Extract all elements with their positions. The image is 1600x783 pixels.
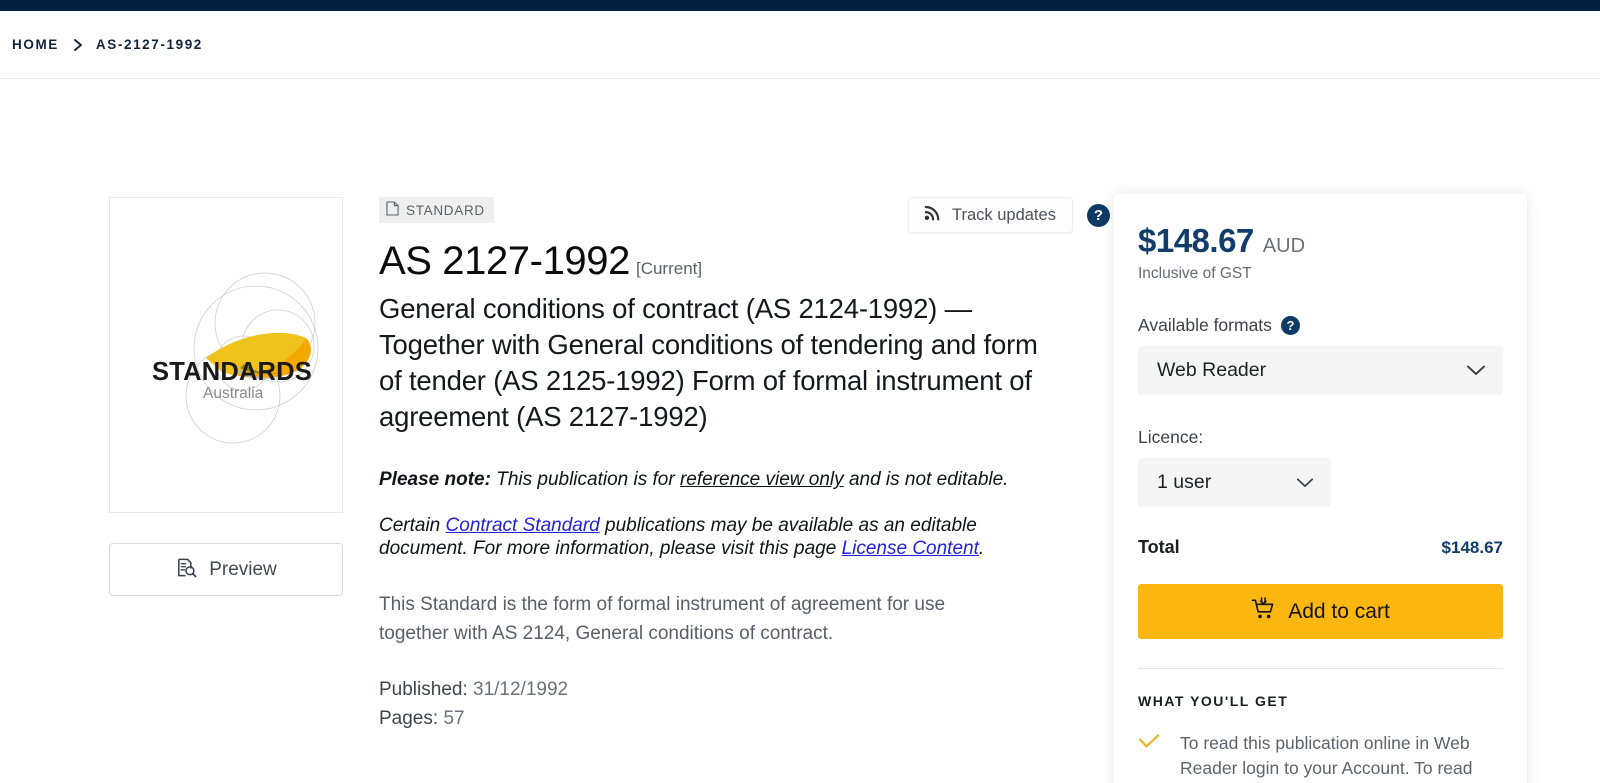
price-currency: AUD <box>1262 235 1306 257</box>
chevron-right-icon <box>73 38 84 52</box>
formats-help-icon[interactable]: ? <box>1280 316 1300 335</box>
shopping-cart-icon <box>1251 596 1276 627</box>
list-item: To read this publication online in Web R… <box>1138 731 1503 783</box>
track-updates-row: Track updates ? <box>908 197 1110 233</box>
total-row: Total $148.67 <box>1138 537 1503 558</box>
price-row: $148.67 AUD <box>1138 222 1503 260</box>
document-icon <box>386 201 399 219</box>
license-content-link[interactable]: License Content <box>842 538 979 559</box>
add-to-cart-label: Add to cart <box>1288 599 1390 623</box>
chevron-down-icon <box>1296 477 1314 489</box>
page-title: AS 2127-1992 [Current] <box>379 240 1069 282</box>
svg-text:Australia: Australia <box>203 385 264 402</box>
published-label: Published: <box>379 679 468 701</box>
preview-button[interactable]: Preview <box>109 543 343 596</box>
total-label: Total <box>1138 537 1180 557</box>
licence-select-value: 1 user <box>1157 471 1212 493</box>
cover-thumbnail[interactable]: STANDARDS Australia <box>109 197 343 513</box>
note2-part3: . <box>978 537 985 559</box>
chevron-down-icon <box>1466 364 1486 377</box>
status-badge: STANDARD <box>379 197 494 223</box>
add-to-cart-button[interactable]: Add to cart <box>1138 584 1503 639</box>
product-description: This Standard is the form of formal inst… <box>379 593 946 644</box>
breadcrumb-current: AS-2127-1992 <box>95 37 203 52</box>
total-value: $148.67 <box>1441 537 1503 557</box>
please-note-paragraph: Please note: This publication is for ref… <box>379 467 1069 493</box>
breadcrumb: HOME AS-2127-1992 <box>0 11 1600 79</box>
available-formats-label: Available formats <box>1138 315 1272 335</box>
format-select-value: Web Reader <box>1157 359 1267 381</box>
reference-view-only-text: reference view only <box>679 469 844 491</box>
licence-label-row: Licence: <box>1138 427 1503 448</box>
price-value: $148.67 <box>1138 222 1254 259</box>
panel-divider <box>1138 668 1503 669</box>
contract-standard-link[interactable]: Contract Standard <box>446 515 600 536</box>
standards-australia-logo: STANDARDS Australia <box>110 198 342 512</box>
page-title-text: AS 2127-1992 <box>379 239 630 283</box>
breadcrumb-home-link[interactable]: HOME <box>12 37 59 52</box>
format-select[interactable]: Web Reader <box>1138 346 1503 395</box>
what-you-get-title: WHAT YOU'LL GET <box>1138 693 1289 709</box>
svg-text:STANDARDS: STANDARDS <box>152 358 312 386</box>
published-value: 31/12/1992 <box>473 679 569 701</box>
status-badge-label: STANDARD <box>406 202 485 218</box>
help-icon[interactable]: ? <box>1086 203 1110 227</box>
product-details-column: STANDARD AS 2127-1992 [Current] General c… <box>379 197 1069 733</box>
track-updates-label: Track updates <box>952 205 1056 224</box>
please-note-part2: and is not editable. <box>843 469 1009 491</box>
available-formats-label-row: Available formats ? <box>1138 315 1503 336</box>
product-page: STANDARDS Australia Preview STANDARD AS … <box>0 79 1600 783</box>
contract-standard-paragraph: Certain Contract Standard publications m… <box>379 515 1039 560</box>
pages-row: Pages: 57 <box>379 704 1069 733</box>
licence-select[interactable]: 1 user <box>1138 458 1331 507</box>
rss-icon <box>923 203 942 227</box>
product-subtitle: General conditions of contract (AS 2124-… <box>379 293 1038 433</box>
product-media-column: STANDARDS Australia Preview <box>109 197 343 596</box>
preview-button-label: Preview <box>209 558 277 580</box>
track-updates-button[interactable]: Track updates <box>908 197 1073 233</box>
top-accent-bar <box>0 0 1600 11</box>
note2-part1: Certain <box>379 515 446 537</box>
what-you-get-item-text: To read this publication online in Web R… <box>1180 733 1473 779</box>
document-search-icon <box>175 556 198 584</box>
published-row: Published: 31/12/1992 <box>379 675 1069 704</box>
page-title-status: [Current] <box>635 259 703 278</box>
product-meta: Published: 31/12/1992 Pages: 57 <box>379 675 1069 733</box>
purchase-panel: $148.67 AUD Inclusive of GST Available f… <box>1114 194 1527 783</box>
pages-value: 57 <box>443 708 465 730</box>
please-note-lead: Please note: <box>379 469 491 491</box>
pages-label: Pages: <box>379 708 439 730</box>
check-icon <box>1138 733 1160 783</box>
gst-note: Inclusive of GST <box>1138 265 1252 282</box>
licence-label: Licence: <box>1138 427 1204 447</box>
please-note-part1: This publication is for <box>490 469 680 491</box>
